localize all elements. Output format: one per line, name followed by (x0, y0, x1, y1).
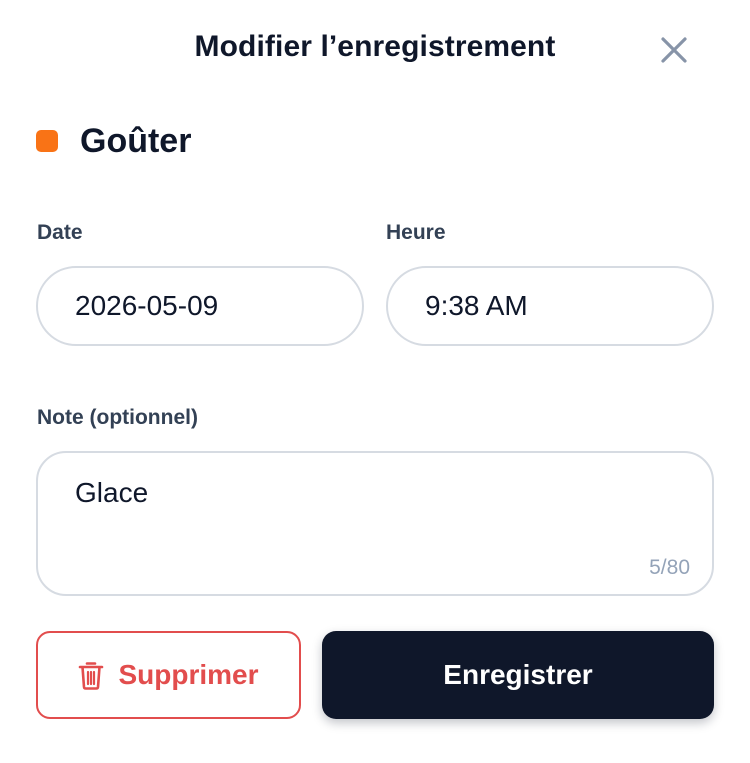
trash-icon (79, 662, 104, 690)
category-color-dot (36, 130, 58, 152)
edit-record-dialog: Modifier l’enregistrement Goûter Date He… (0, 0, 750, 763)
note-label: Note (optionnel) (37, 406, 198, 429)
time-field[interactable]: 9:38 AM (386, 266, 714, 346)
note-char-count: 5/80 (649, 556, 690, 579)
date-label: Date (37, 221, 83, 244)
dialog-header: Modifier l’enregistrement (0, 0, 750, 100)
note-textarea[interactable]: Glace 5/80 (36, 451, 714, 596)
date-value: 2026-05-09 (75, 290, 219, 321)
save-button[interactable]: Enregistrer (322, 631, 714, 719)
date-field[interactable]: 2026-05-09 (36, 266, 364, 346)
delete-button[interactable]: Supprimer (36, 631, 301, 719)
category-indicator: Goûter (36, 118, 191, 164)
close-icon (661, 37, 687, 63)
time-value: 9:38 AM (425, 290, 528, 321)
save-button-label: Enregistrer (443, 659, 593, 690)
close-button[interactable] (654, 30, 694, 70)
dialog-title: Modifier l’enregistrement (194, 30, 556, 63)
time-label: Heure (386, 221, 446, 244)
note-text: Glace (75, 477, 149, 508)
delete-button-label: Supprimer (118, 659, 259, 690)
category-label: Goûter (80, 121, 192, 160)
